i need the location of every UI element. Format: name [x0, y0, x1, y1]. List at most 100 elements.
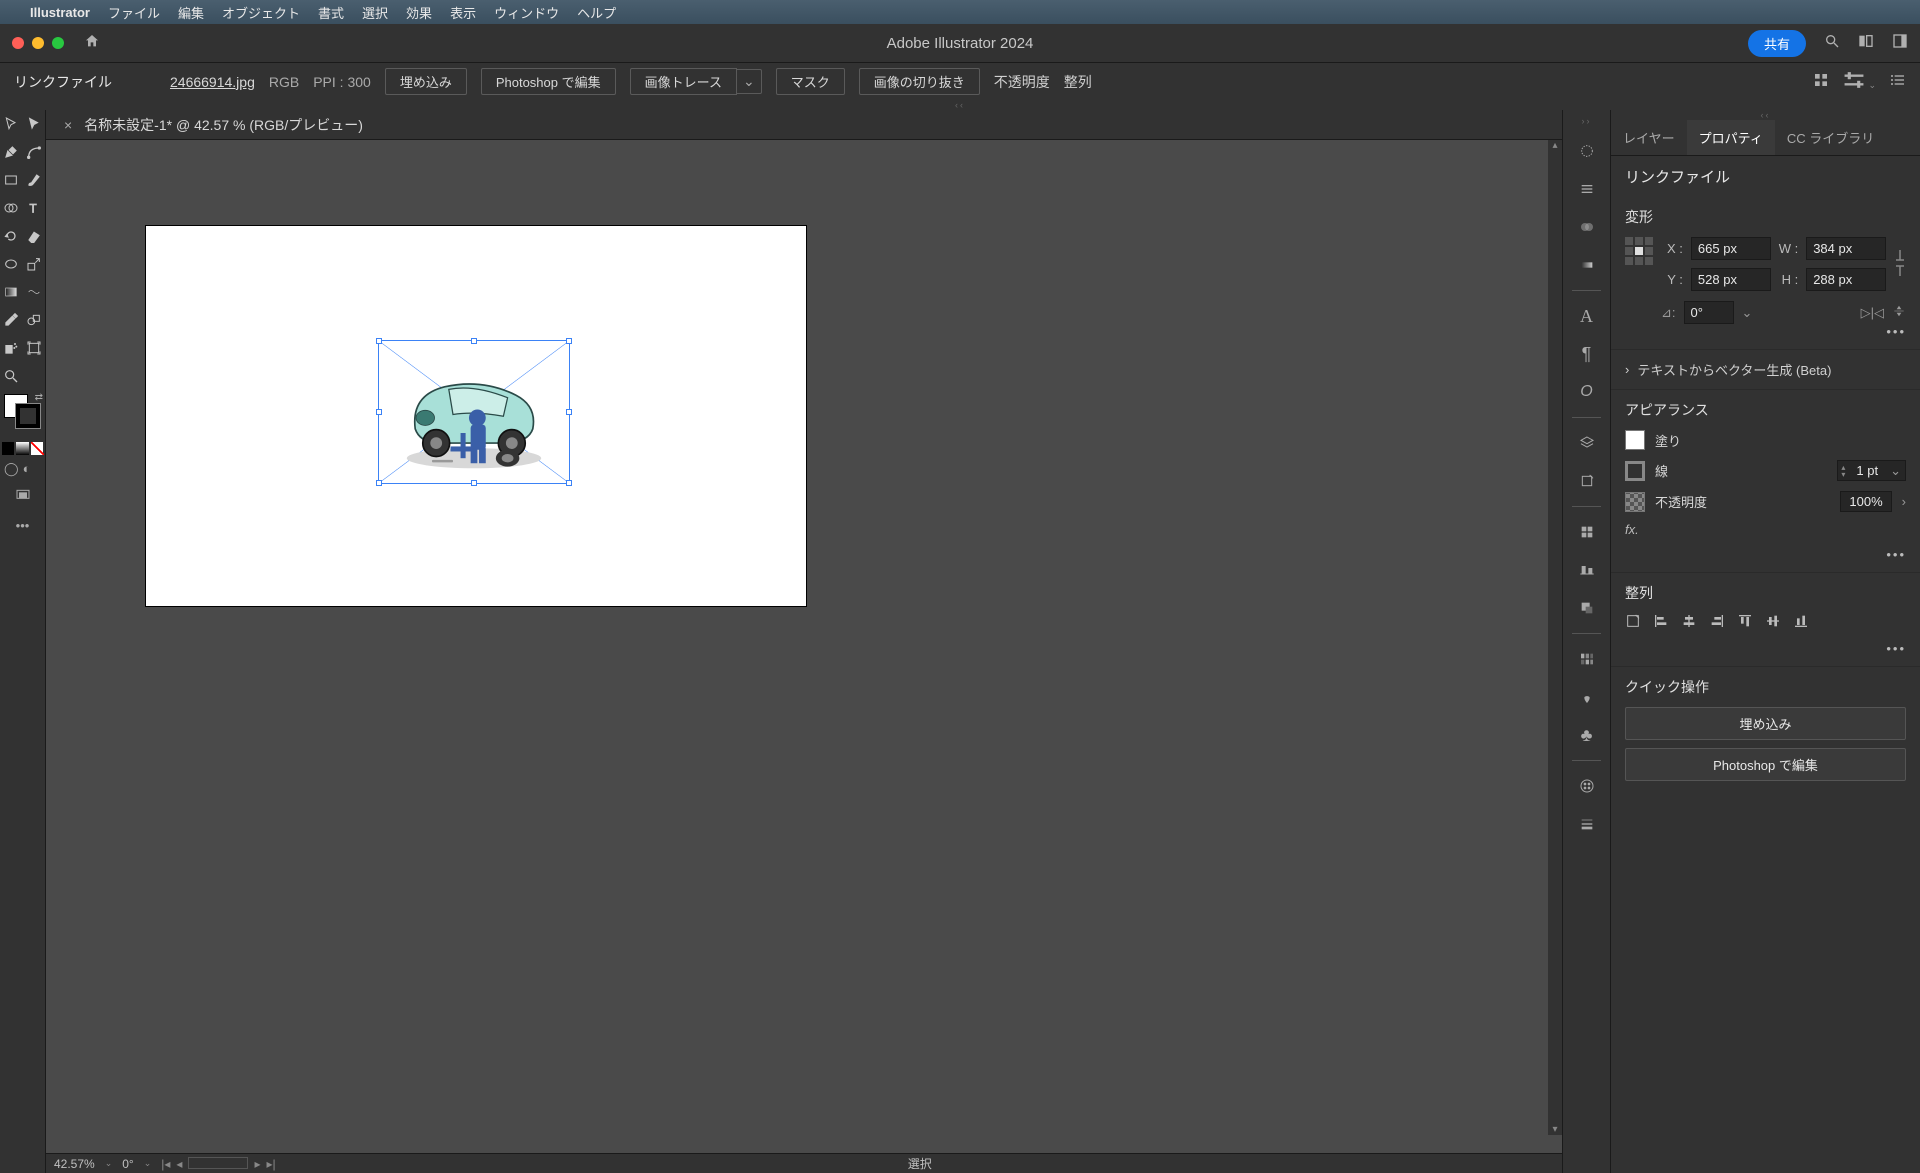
- window-close-button[interactable]: [12, 37, 24, 49]
- zoom-level[interactable]: 42.57%: [54, 1157, 95, 1171]
- pathfinder-panel-icon[interactable]: [1574, 595, 1600, 621]
- fill-stroke-swatches[interactable]: ⇄: [0, 390, 45, 440]
- y-input[interactable]: 528 px: [1691, 268, 1771, 291]
- home-icon[interactable]: [84, 33, 100, 54]
- swatches-panel-icon[interactable]: [1574, 519, 1600, 545]
- menu-help[interactable]: ヘルプ: [577, 3, 616, 22]
- color-swatch-gradient[interactable]: [16, 442, 28, 455]
- brushes-panel-icon[interactable]: [1574, 684, 1600, 710]
- align-label[interactable]: 整列: [1064, 72, 1092, 92]
- reference-point-selector[interactable]: [1625, 237, 1653, 265]
- eraser-tool[interactable]: [23, 222, 46, 250]
- transform-more-icon[interactable]: •••: [1625, 324, 1906, 339]
- menu-lines-icon[interactable]: [1574, 176, 1600, 202]
- recolor-panel-icon[interactable]: [1574, 773, 1600, 799]
- appearance-more-icon[interactable]: •••: [1625, 547, 1906, 562]
- canvas[interactable]: ▴▾: [46, 140, 1562, 1153]
- selection-bounding-box[interactable]: [378, 340, 570, 484]
- menu-app-name[interactable]: Illustrator: [30, 5, 90, 20]
- h-input[interactable]: 288 px: [1806, 268, 1886, 291]
- tab-layers[interactable]: レイヤー: [1611, 120, 1687, 155]
- draw-behind-icon[interactable]: ◐: [23, 461, 31, 477]
- flip-horizontal-icon[interactable]: ▷|◁: [1861, 305, 1884, 321]
- paintbrush-tool[interactable]: [23, 166, 46, 194]
- symbol-sprayer-tool[interactable]: [0, 334, 23, 362]
- vertical-scrollbar[interactable]: ▴▾: [1548, 140, 1562, 1135]
- zoom-tool[interactable]: [0, 362, 23, 390]
- align-left-icon[interactable]: [1653, 613, 1669, 633]
- eyedropper-tool[interactable]: [0, 306, 23, 334]
- edit-in-photoshop-button[interactable]: Photoshop で編集: [481, 68, 616, 95]
- color-swatch-none[interactable]: [31, 442, 43, 455]
- rotate-view[interactable]: 0°: [122, 1157, 133, 1171]
- type-tool[interactable]: T: [23, 194, 46, 222]
- menu-window[interactable]: ウィンドウ: [494, 3, 559, 22]
- width-tool[interactable]: [23, 278, 46, 306]
- artboards-panel-icon[interactable]: [1574, 468, 1600, 494]
- align-bottom-icon[interactable]: [1793, 613, 1809, 633]
- opacity-label[interactable]: 不透明度: [994, 72, 1050, 92]
- color-panel-icon[interactable]: [1574, 138, 1600, 164]
- stroke-swatch-prop[interactable]: [1625, 461, 1645, 481]
- arrange-documents-icon[interactable]: [1858, 33, 1874, 54]
- artboard-tool[interactable]: [23, 334, 46, 362]
- fx-label[interactable]: fx.: [1625, 522, 1639, 537]
- constrain-proportions-icon[interactable]: [1894, 248, 1906, 281]
- menu-edit[interactable]: 編集: [178, 3, 204, 22]
- blend-tool[interactable]: [23, 306, 46, 334]
- share-button[interactable]: 共有: [1748, 30, 1806, 57]
- stroke-weight-input[interactable]: ▴▾ 1 pt ⌄: [1837, 460, 1906, 481]
- angle-dropdown-icon[interactable]: ⌄: [1742, 305, 1753, 321]
- rotate-angle-input[interactable]: 0°: [1684, 301, 1734, 324]
- window-maximize-button[interactable]: [52, 37, 64, 49]
- image-trace-button[interactable]: 画像トレース: [630, 68, 737, 95]
- embed-button[interactable]: 埋め込み: [385, 68, 467, 95]
- quick-edit-ps-button[interactable]: Photoshop で編集: [1625, 748, 1906, 781]
- x-input[interactable]: 665 px: [1691, 237, 1771, 260]
- mask-button[interactable]: マスク: [776, 68, 845, 95]
- align-vcenter-icon[interactable]: [1765, 613, 1781, 633]
- align-top-icon[interactable]: [1737, 613, 1753, 633]
- gradient-tool[interactable]: [0, 278, 23, 306]
- color-guide-panel-icon[interactable]: [1574, 646, 1600, 672]
- window-minimize-button[interactable]: [32, 37, 44, 49]
- character-panel-icon[interactable]: A: [1574, 303, 1600, 329]
- menu-effect[interactable]: 効果: [406, 3, 432, 22]
- stroke-panel-icon[interactable]: [1574, 811, 1600, 837]
- ellipse-tool[interactable]: [0, 250, 23, 278]
- draw-normal-icon[interactable]: ◯: [4, 461, 19, 477]
- paragraph-panel-icon[interactable]: ¶: [1574, 341, 1600, 367]
- document-tab[interactable]: × 名称未設定-1* @ 42.57 % (RGB/プレビュー): [54, 115, 373, 135]
- rotate-tool[interactable]: [0, 222, 23, 250]
- preferences-icon[interactable]: ⌄: [1843, 72, 1876, 91]
- w-input[interactable]: 384 px: [1806, 237, 1886, 260]
- stroke-swatch[interactable]: [16, 404, 40, 428]
- menu-select[interactable]: 選択: [362, 3, 388, 22]
- pen-tool[interactable]: [0, 138, 23, 166]
- swap-fill-stroke-icon[interactable]: ⇄: [35, 392, 43, 403]
- gradient-panel-icon[interactable]: [1574, 252, 1600, 278]
- menu-file[interactable]: ファイル: [108, 3, 160, 22]
- crop-image-button[interactable]: 画像の切り抜き: [859, 68, 980, 95]
- opacity-swatch-prop[interactable]: [1625, 492, 1645, 512]
- align-to-icon[interactable]: [1625, 613, 1641, 633]
- close-tab-icon[interactable]: ×: [64, 117, 72, 133]
- opacity-expand-icon[interactable]: ›: [1902, 494, 1906, 509]
- symbols-panel-icon[interactable]: ♣: [1574, 722, 1600, 748]
- workspace-icon[interactable]: [1892, 33, 1908, 54]
- list-menu-icon[interactable]: [1890, 72, 1906, 91]
- menu-type[interactable]: 書式: [318, 3, 344, 22]
- quick-embed-button[interactable]: 埋め込み: [1625, 707, 1906, 740]
- curvature-tool[interactable]: [23, 138, 46, 166]
- shape-builder-tool[interactable]: [0, 194, 23, 222]
- fill-swatch-prop[interactable]: [1625, 430, 1645, 450]
- layers-panel-icon[interactable]: [1574, 430, 1600, 456]
- menu-object[interactable]: オブジェクト: [222, 3, 300, 22]
- artboard-navigation[interactable]: |◂◂▸▸|: [161, 1157, 275, 1171]
- essentials-grid-icon[interactable]: [1813, 72, 1829, 91]
- align-right-icon[interactable]: [1709, 613, 1725, 633]
- image-trace-dropdown-icon[interactable]: ⌄: [737, 69, 762, 94]
- hand-tool[interactable]: [23, 362, 46, 390]
- transparency-panel-icon[interactable]: [1574, 214, 1600, 240]
- rectangle-tool[interactable]: [0, 166, 23, 194]
